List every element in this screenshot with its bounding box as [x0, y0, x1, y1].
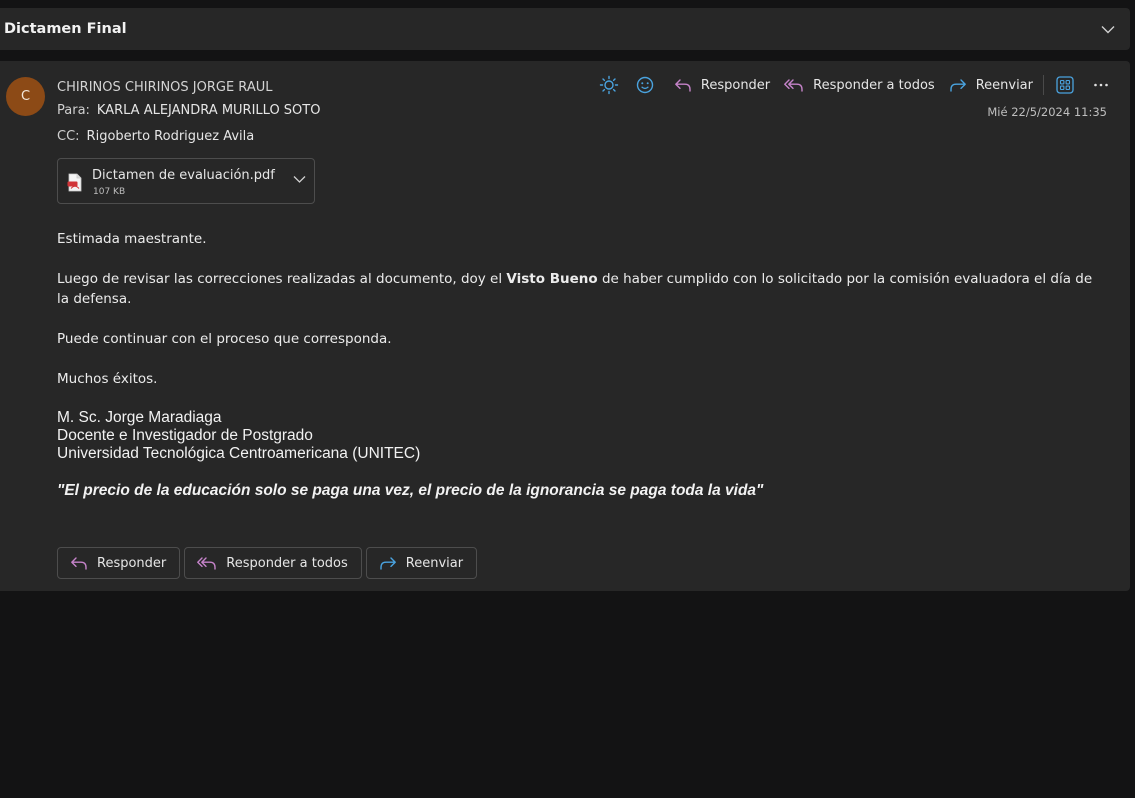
cc-line: CC: Rigoberto Rodriguez Avila — [57, 129, 254, 144]
emoji-reaction-button[interactable] — [630, 73, 660, 97]
more-horizontal-icon — [1094, 83, 1108, 87]
forward-icon — [949, 79, 966, 92]
chevron-down-icon[interactable] — [293, 175, 306, 184]
to-line: Para: KARLA ALEJANDRA MURILLO SOTO — [57, 103, 320, 118]
signature-quote: "El precio de la educación solo se paga … — [57, 482, 764, 499]
toolbar-forward-label: Reenviar — [975, 77, 1033, 93]
forward-label: Reenviar — [405, 555, 464, 571]
brightness-button[interactable] — [594, 73, 624, 97]
body-bold-text: Visto Bueno — [506, 271, 598, 287]
forward-icon — [380, 557, 396, 570]
attachment-name: Dictamen de evaluación.pdf — [92, 168, 275, 183]
signature-organization: Universidad Tecnológica Centroamericana … — [57, 445, 421, 462]
message-date: Mié 22/5/2024 11:35 — [987, 105, 1107, 119]
toolbar-forward-button[interactable]: Reenviar — [949, 73, 1033, 97]
attachment-card[interactable]: Dictamen de evaluación.pdf 107 KB — [57, 158, 315, 204]
message-card: C CHIRINOS CHIRINOS JORGE RAUL Para: KARL… — [0, 61, 1130, 591]
pdf-file-icon — [67, 173, 82, 192]
cc-label: CC: — [57, 129, 80, 144]
bottom-actions: Responder Responder a todos Reenviar — [57, 547, 481, 579]
avatar-initial: C — [20, 89, 31, 104]
body-paragraph: Muchos éxitos. — [57, 371, 158, 387]
reply-all-icon — [784, 79, 803, 92]
signature-name: M. Sc. Jorge Maradiaga — [57, 409, 222, 426]
subject-bar: Dictamen Final — [0, 8, 1130, 50]
to-recipient[interactable]: KARLA ALEJANDRA MURILLO SOTO — [97, 103, 321, 118]
toolbar-reply-label: Responder — [700, 77, 771, 93]
collapse-button[interactable] — [1086, 8, 1130, 50]
attachment-size: 107 KB — [93, 187, 126, 197]
body-paragraph: Puede continuar con el proceso que corre… — [57, 331, 392, 347]
signature-title: Docente e Investigador de Postgrado — [57, 427, 313, 444]
reply-label: Responder — [97, 555, 167, 571]
reply-all-icon — [197, 557, 216, 570]
reply-all-button[interactable]: Responder a todos — [184, 547, 362, 579]
smiley-icon — [636, 76, 654, 94]
toolbar-separator — [1043, 75, 1044, 95]
sun-icon — [599, 75, 619, 95]
more-actions-button[interactable] — [1086, 73, 1116, 97]
forward-button[interactable]: Reenviar — [365, 547, 478, 579]
body-paragraph: Luego de revisar las correcciones realiz… — [57, 269, 1107, 309]
message-toolbar: Responder Responder a todos Reenviar — [588, 73, 1116, 97]
message-body: Estimada maestrante. Luego de revisar la… — [57, 229, 1107, 501]
to-label: Para: — [57, 103, 90, 118]
chevron-down-icon — [1101, 25, 1115, 33]
reply-icon — [674, 79, 691, 92]
apps-button[interactable] — [1050, 73, 1080, 97]
cc-recipient[interactable]: Rigoberto Rodriguez Avila — [87, 129, 255, 144]
toolbar-reply-button[interactable]: Responder — [674, 73, 770, 97]
reply-all-label: Responder a todos — [226, 555, 348, 571]
avatar[interactable]: C — [6, 77, 45, 116]
body-text-segment: Luego de revisar las correcciones realiz… — [57, 271, 507, 287]
reply-icon — [71, 557, 87, 570]
subject-title: Dictamen Final — [4, 21, 127, 37]
signature-block: M. Sc. Jorge Maradiaga Docente e Investi… — [57, 409, 1107, 463]
reply-button[interactable]: Responder — [57, 547, 181, 579]
toolbar-reply-all-button[interactable]: Responder a todos — [784, 73, 935, 97]
sender-name[interactable]: CHIRINOS CHIRINOS JORGE RAUL — [57, 80, 272, 95]
apps-grid-icon — [1056, 76, 1074, 94]
toolbar-reply-all-label: Responder a todos — [813, 77, 935, 93]
body-greeting: Estimada maestrante. — [57, 231, 207, 247]
